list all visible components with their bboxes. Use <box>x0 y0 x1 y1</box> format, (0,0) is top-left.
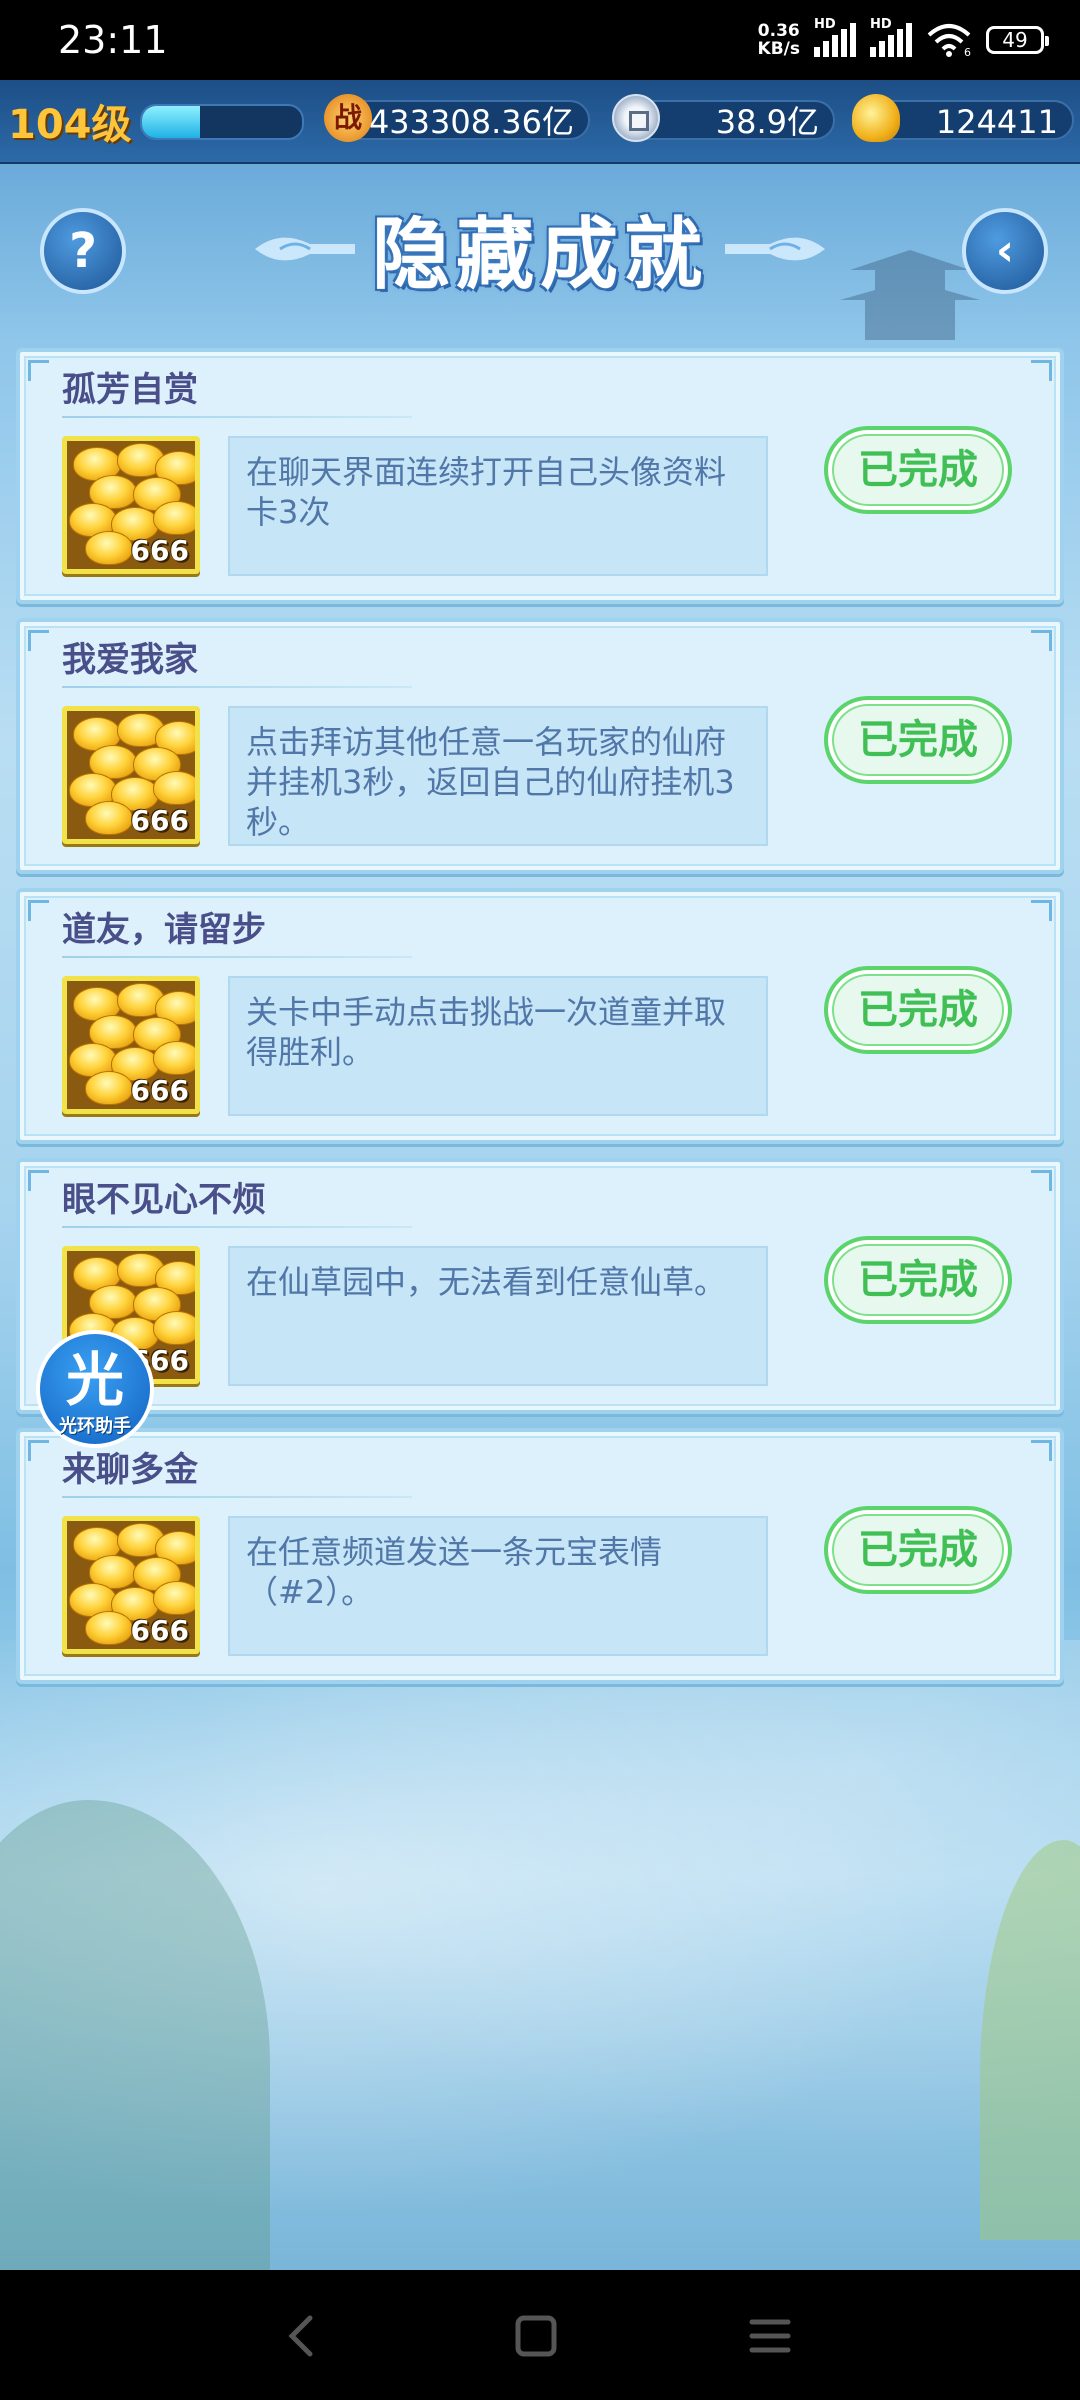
ingots-pill[interactable]: 124411 <box>870 100 1074 141</box>
title-divider <box>62 416 412 418</box>
assistant-label: 光环助手 <box>59 1416 131 1437</box>
ingots-value: 124411 <box>935 103 1058 141</box>
achievement-description: 在聊天界面连续打开自己头像资料卡3次 <box>228 436 768 576</box>
title-divider <box>62 956 412 958</box>
assistant-badge: 光 <box>65 1346 124 1414</box>
status-bar: 23:11 0.36 KB/s HD HD 6 49 <box>0 0 1080 80</box>
reward-item[interactable]: 666 <box>62 1516 200 1654</box>
resource-bar: 104级 433308.36亿 战 38.9亿 124411 <box>0 80 1080 164</box>
ingot-shape <box>85 801 133 835</box>
network-speed: 0.36 KB/s <box>758 22 800 58</box>
signal-1-hd: HD <box>814 17 836 32</box>
ingot-shape <box>153 1581 195 1615</box>
reward-count: 666 <box>130 804 189 837</box>
battery-icon: 49 <box>986 26 1049 54</box>
svg-text:6: 6 <box>964 46 971 57</box>
signal-1-icon: HD <box>814 17 856 57</box>
navigation-bar <box>0 2270 1080 2400</box>
achievement-description: 点击拜访其他任意一名玩家的仙府并挂机3秒，返回自己的仙府挂机3秒。 <box>228 706 768 846</box>
signal-2-icon: HD <box>870 17 912 57</box>
ingot-shape <box>153 501 195 535</box>
help-icon: ? <box>69 223 97 279</box>
network-speed-unit: KB/s <box>757 39 800 59</box>
battle-power-value: 433308.36亿 <box>368 103 574 141</box>
ingot-shape <box>85 1611 133 1645</box>
achievement-title: 孤芳自赏 <box>62 370 198 410</box>
completed-button[interactable]: 已完成 <box>824 1506 1012 1594</box>
ingot-shape <box>153 1041 195 1075</box>
ingot-shape <box>153 1311 195 1345</box>
title-divider <box>62 686 412 688</box>
reward-count: 666 <box>130 1074 189 1107</box>
achievement-card: 来聊多金 666 在任意频道发送一条元宝表情（#2）。 已完成 <box>16 1428 1064 1684</box>
achievement-title: 我爱我家 <box>62 640 198 680</box>
achievement-title: 眼不见心不烦 <box>62 1180 266 1220</box>
experience-bar <box>140 104 304 140</box>
completed-button[interactable]: 已完成 <box>824 1236 1012 1324</box>
wifi-icon: 6 <box>927 24 971 57</box>
battle-power-pill: 433308.36亿 <box>340 100 590 141</box>
achievement-description: 在仙草园中，无法看到任意仙草。 <box>228 1246 768 1386</box>
achievement-card: 道友，请留步 666 关卡中手动点击挑战一次道童并取得胜利。 已完成 <box>16 888 1064 1144</box>
completed-button[interactable]: 已完成 <box>824 966 1012 1054</box>
help-button[interactable]: ? <box>40 208 126 294</box>
achievement-card: 孤芳自赏 666 在聊天界面连续打开自己头像资料卡3次 已完成 <box>16 348 1064 604</box>
reward-item[interactable]: 666 <box>62 436 200 574</box>
copper-coin-icon <box>612 94 660 142</box>
back-button[interactable]: ‹ <box>962 208 1048 294</box>
achievement-title: 道友，请留步 <box>62 910 266 950</box>
signal-2-hd: HD <box>870 17 892 32</box>
battle-power-icon: 战 <box>324 94 372 142</box>
back-icon[interactable] <box>272 2306 332 2366</box>
reward-count: 666 <box>130 1614 189 1647</box>
achievement-card: 眼不见心不烦 666 在仙草园中，无法看到任意仙草。 已完成 <box>16 1158 1064 1414</box>
ingot-shape <box>85 1071 133 1105</box>
title-divider <box>62 1496 412 1498</box>
completed-button[interactable]: 已完成 <box>824 426 1012 514</box>
status-time: 23:11 <box>58 18 168 62</box>
status-icons: 0.36 KB/s HD HD 6 49 <box>758 17 1049 62</box>
reward-item[interactable]: 666 <box>62 706 200 844</box>
reward-item[interactable]: 666 <box>62 976 200 1114</box>
achievement-card: 我爱我家 666 点击拜访其他任意一名玩家的仙府并挂机3秒，返回自己的仙府挂机3… <box>16 618 1064 874</box>
back-arrow-icon: ‹ <box>995 225 1015 276</box>
completed-button[interactable]: 已完成 <box>824 696 1012 784</box>
ingot-shape <box>85 531 133 565</box>
game-screen: 104级 433308.36亿 战 38.9亿 124411 ? 隐藏成就 ‹ <box>0 80 1080 2270</box>
achievement-description: 在任意频道发送一条元宝表情（#2）。 <box>228 1516 768 1656</box>
experience-fill <box>142 106 200 138</box>
title-wing-right-icon <box>725 237 825 261</box>
network-speed-value: 0.36 <box>757 21 800 41</box>
home-icon[interactable] <box>506 2306 566 2366</box>
coins-pill: 38.9亿 <box>630 100 835 141</box>
achievement-description: 关卡中手动点击挑战一次道童并取得胜利。 <box>228 976 768 1116</box>
menu-icon[interactable] <box>740 2306 800 2366</box>
achievement-title: 来聊多金 <box>62 1450 198 1490</box>
coins-value: 38.9亿 <box>715 103 819 141</box>
page-title: 隐藏成就 <box>371 210 708 300</box>
gold-ingot-icon <box>852 94 900 142</box>
player-level: 104级 <box>8 102 132 148</box>
battery-level: 49 <box>1002 28 1028 52</box>
reward-count: 666 <box>130 534 189 567</box>
ingot-shape <box>153 771 195 805</box>
title-divider <box>62 1226 412 1228</box>
